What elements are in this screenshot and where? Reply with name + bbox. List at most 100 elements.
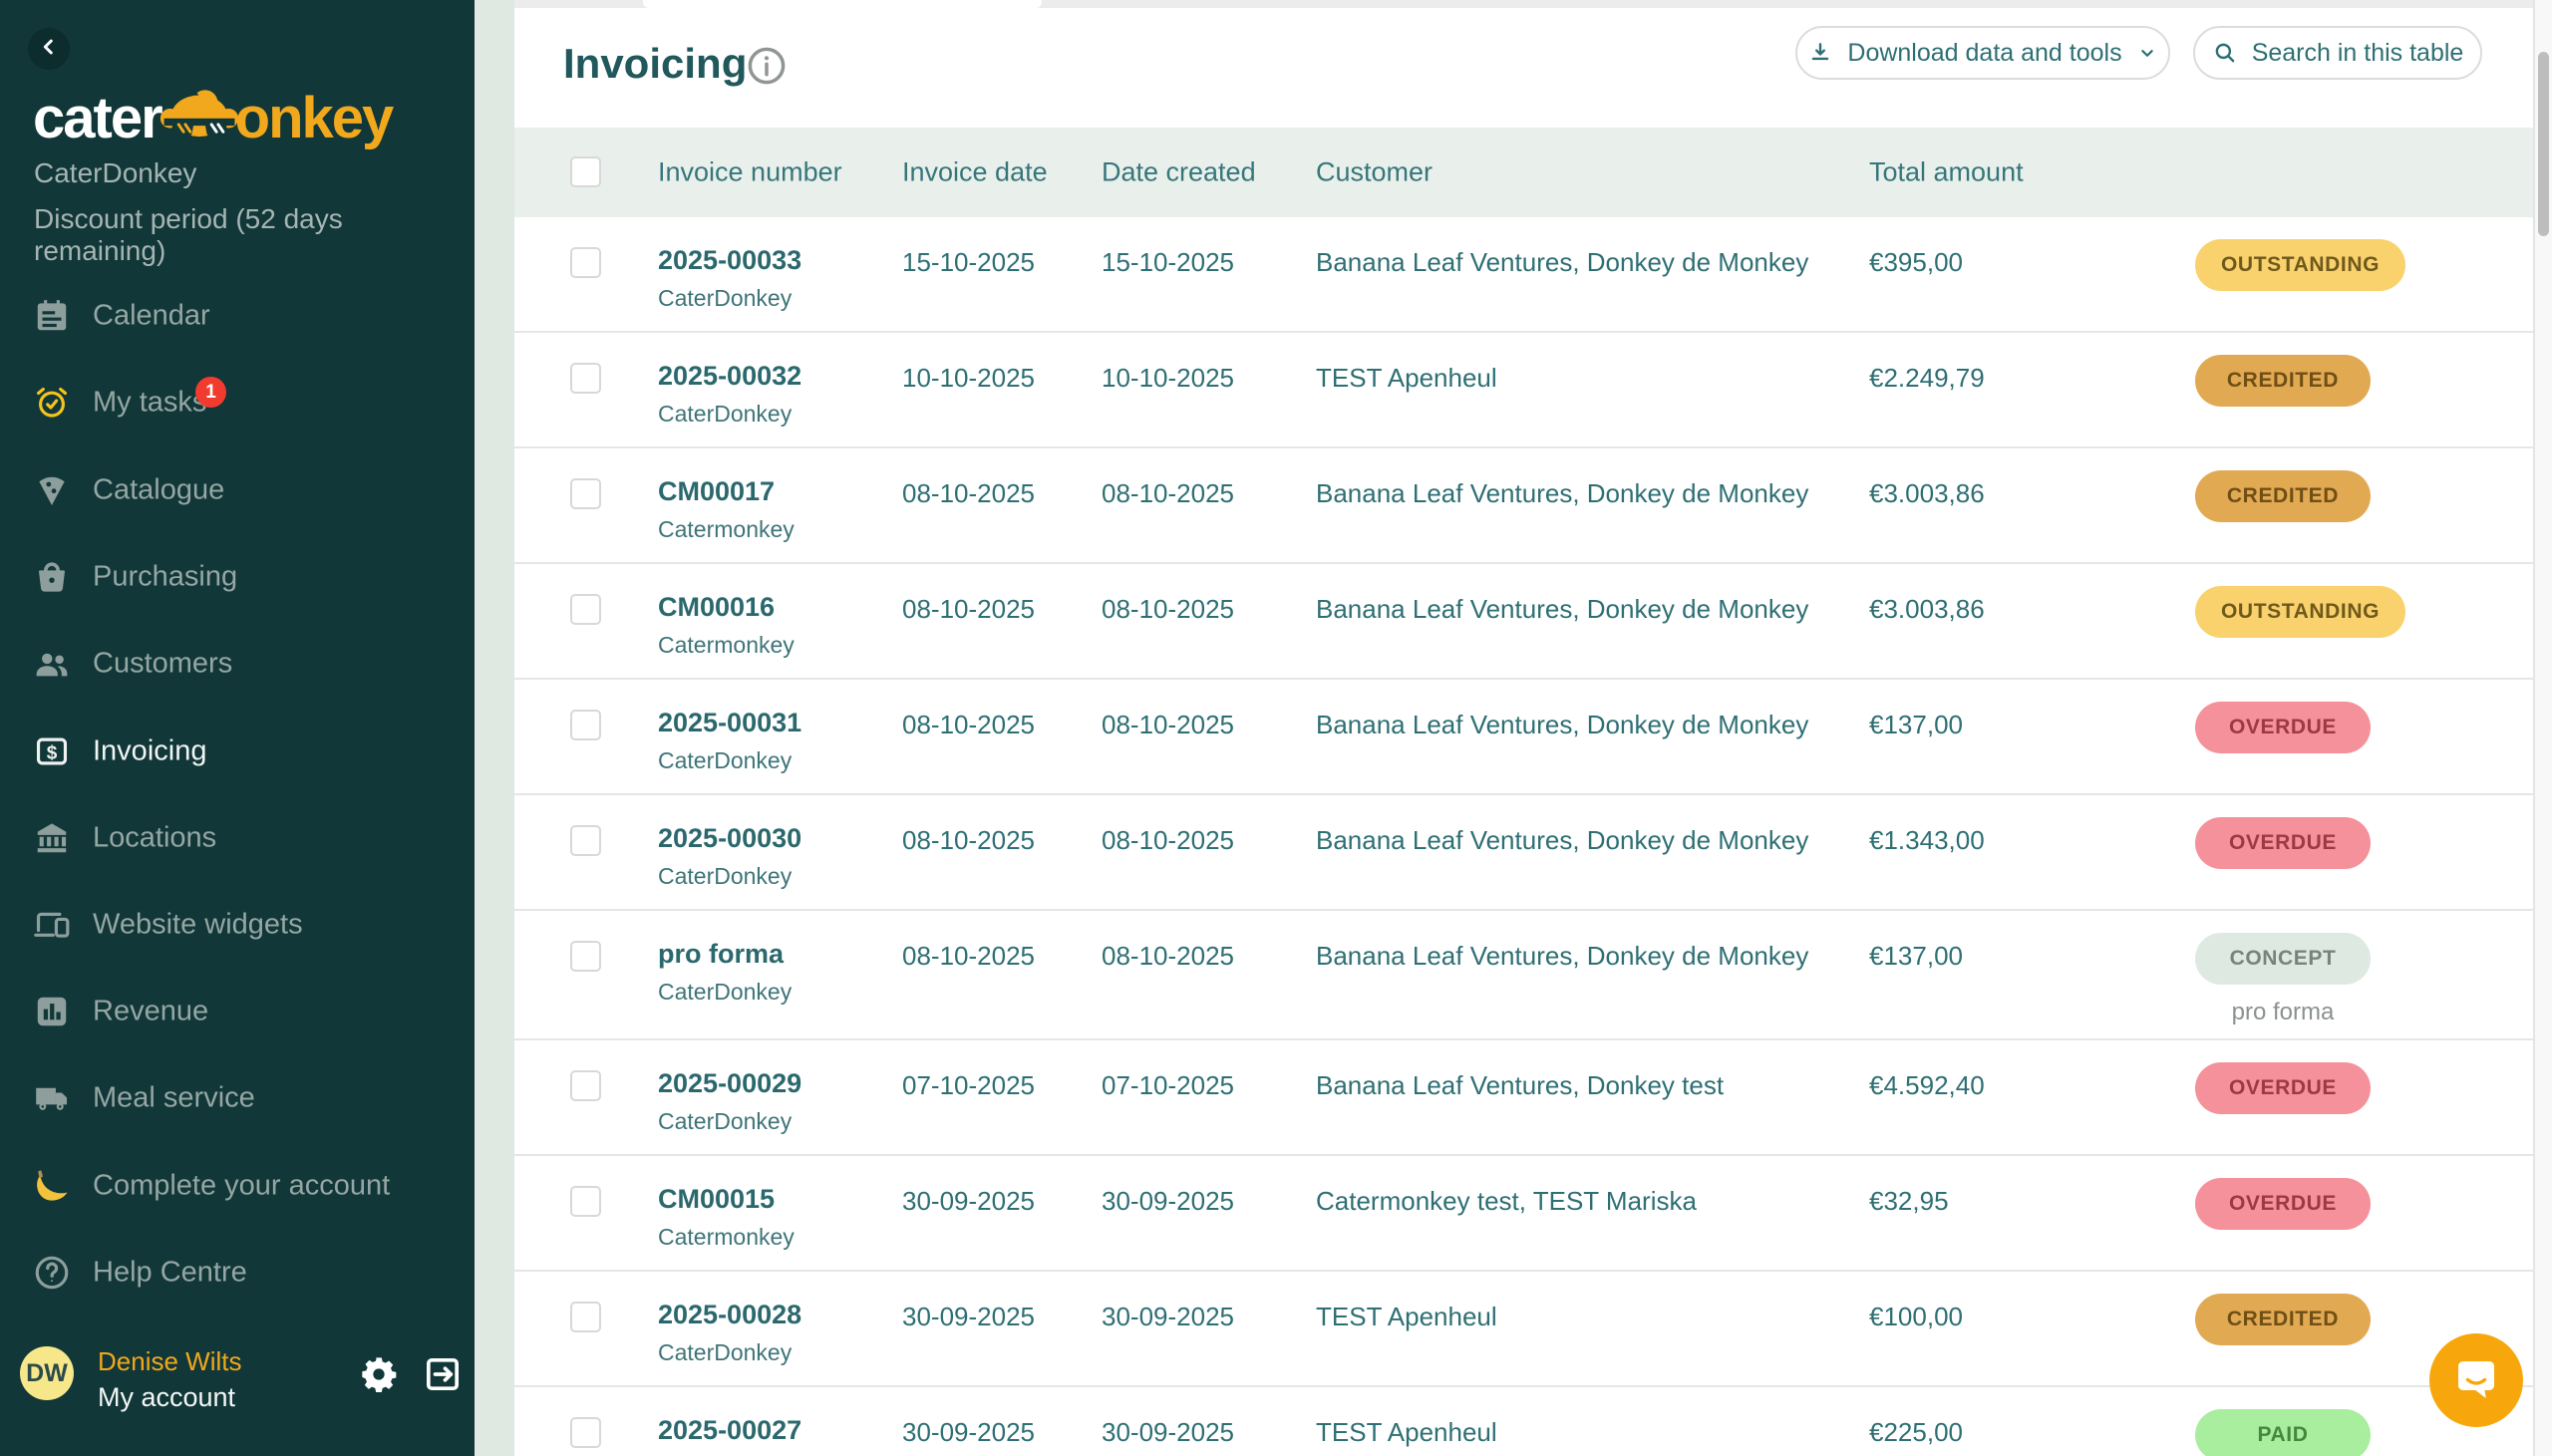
row-checkbox[interactable] xyxy=(570,1070,601,1101)
settings-button[interactable] xyxy=(359,1354,399,1394)
select-all-checkbox[interactable] xyxy=(570,156,601,187)
total-amount-cell: €225,00 xyxy=(1869,1417,1963,1448)
table-row[interactable]: 2025-00030 CaterDonkey 08-10-2025 08-10-… xyxy=(514,795,2533,911)
sidebar-item-complete-your-account[interactable]: Complete your account xyxy=(0,1156,475,1216)
sidebar-item-help-centre[interactable]: Help Centre xyxy=(0,1243,475,1303)
table-row[interactable]: 2025-00027 CaterDonkey 30-09-2025 30-09-… xyxy=(514,1387,2533,1456)
status-badge: CREDITED xyxy=(2195,355,2371,407)
main-content: Invoicing Download data and tools Search… xyxy=(514,0,2552,1456)
invoice-number-link[interactable]: CM00015 xyxy=(658,1184,775,1215)
date-created-cell: 08-10-2025 xyxy=(1102,710,1234,740)
row-checkbox[interactable] xyxy=(570,941,601,972)
invoice-number-link[interactable]: 2025-00030 xyxy=(658,823,801,854)
table-row[interactable]: 2025-00032 CaterDonkey 10-10-2025 10-10-… xyxy=(514,333,2533,448)
invoice-number-link[interactable]: CM00016 xyxy=(658,592,775,623)
row-checkbox[interactable] xyxy=(570,1302,601,1332)
date-created-cell: 08-10-2025 xyxy=(1102,941,1234,972)
table-header: Invoice number Invoice date Date created… xyxy=(514,128,2533,217)
date-created-cell: 30-09-2025 xyxy=(1102,1417,1234,1448)
row-checkbox[interactable] xyxy=(570,710,601,740)
status-badge: PAID xyxy=(2195,1409,2371,1456)
invoice-number-link[interactable]: 2025-00033 xyxy=(658,245,801,276)
col-invoice-date[interactable]: Invoice date xyxy=(902,157,1048,188)
avatar[interactable]: DW xyxy=(20,1346,74,1400)
scrollbar-thumb[interactable] xyxy=(2538,52,2549,236)
sidebar-item-meal-service[interactable]: Meal service xyxy=(0,1068,475,1128)
table-row[interactable]: CM00017 Catermonkey 08-10-2025 08-10-202… xyxy=(514,448,2533,564)
table-row[interactable]: CM00016 Catermonkey 08-10-2025 08-10-202… xyxy=(514,564,2533,680)
status-note: pro forma xyxy=(2195,999,2371,1026)
logo-text-cater: cater xyxy=(33,90,161,147)
sidebar-item-purchasing[interactable]: Purchasing xyxy=(0,547,475,607)
status-badge: OVERDUE xyxy=(2195,1062,2371,1114)
invoice-number-link[interactable]: 2025-00032 xyxy=(658,361,801,392)
col-customer[interactable]: Customer xyxy=(1316,157,1433,188)
sidebar-item-invoicing[interactable]: $ Invoicing xyxy=(0,722,475,781)
status-badge: OUTSTANDING xyxy=(2195,239,2405,291)
sidebar: cater onkey CaterDonkey Discount period … xyxy=(0,0,475,1456)
row-checkbox[interactable] xyxy=(570,1417,601,1448)
sidebar-item-label: Revenue xyxy=(93,996,208,1028)
sidebar-item-calendar[interactable]: Calendar xyxy=(0,286,475,346)
logo-text-onkey: onkey xyxy=(235,90,393,147)
sidebar-item-label: Calendar xyxy=(93,300,210,333)
sidebar-item-revenue[interactable]: Revenue xyxy=(0,982,475,1041)
search-table-button[interactable]: Search in this table xyxy=(2193,26,2482,80)
calendar-icon xyxy=(33,297,71,335)
table-row[interactable]: pro forma CaterDonkey 08-10-2025 08-10-2… xyxy=(514,911,2533,1040)
invoice-date-cell: 08-10-2025 xyxy=(902,941,1035,972)
row-checkbox[interactable] xyxy=(570,363,601,394)
table-row[interactable]: CM00015 Catermonkey 30-09-2025 30-09-202… xyxy=(514,1156,2533,1272)
table-row[interactable]: 2025-00028 CaterDonkey 30-09-2025 30-09-… xyxy=(514,1272,2533,1387)
customer-cell: Banana Leaf Ventures, Donkey de Monkey xyxy=(1316,710,1808,740)
chat-launcher-button[interactable] xyxy=(2429,1333,2523,1427)
table-row[interactable]: 2025-00029 CaterDonkey 07-10-2025 07-10-… xyxy=(514,1040,2533,1156)
purchasing-basket-icon xyxy=(33,558,71,596)
revenue-icon xyxy=(33,993,71,1030)
customer-cell: Banana Leaf Ventures, Donkey de Monkey xyxy=(1316,825,1808,856)
row-checkbox[interactable] xyxy=(570,1186,601,1217)
col-invoice-number[interactable]: Invoice number xyxy=(658,157,842,188)
sidebar-item-catalogue[interactable]: Catalogue xyxy=(0,460,475,520)
row-checkbox[interactable] xyxy=(570,594,601,625)
sidebar-edge-strip xyxy=(475,0,514,1456)
sidebar-item-label: Website widgets xyxy=(93,909,303,942)
customer-cell: Banana Leaf Ventures, Donkey de Monkey xyxy=(1316,247,1808,278)
total-amount-cell: €395,00 xyxy=(1869,247,1963,278)
sidebar-item-my-tasks[interactable]: My tasks 1 xyxy=(0,373,475,433)
invoice-number-link[interactable]: pro forma xyxy=(658,939,784,970)
info-icon[interactable] xyxy=(746,45,788,87)
row-checkbox[interactable] xyxy=(570,478,601,509)
table-row[interactable]: 2025-00031 CaterDonkey 08-10-2025 08-10-… xyxy=(514,680,2533,795)
date-created-cell: 07-10-2025 xyxy=(1102,1070,1234,1101)
sidebar-item-customers[interactable]: Customers xyxy=(0,634,475,694)
subscription-note: Discount period (52 days remaining) xyxy=(34,203,475,267)
total-amount-cell: €32,95 xyxy=(1869,1186,1949,1217)
user-name[interactable]: Denise Wilts xyxy=(98,1346,241,1377)
status-badge: CREDITED xyxy=(2195,1294,2371,1345)
col-total-amount[interactable]: Total amount xyxy=(1869,157,2024,188)
invoice-number-link[interactable]: 2025-00027 xyxy=(658,1415,801,1446)
my-account-link[interactable]: My account xyxy=(98,1382,235,1413)
collapse-sidebar-button[interactable] xyxy=(28,28,70,70)
vertical-scrollbar[interactable] xyxy=(2533,0,2552,1456)
tasks-count-badge: 1 xyxy=(195,377,226,408)
chevron-down-icon xyxy=(2136,42,2158,64)
monkey-logo-icon xyxy=(161,82,235,156)
sidebar-item-label: My tasks xyxy=(93,387,206,420)
logout-button[interactable] xyxy=(423,1354,463,1394)
download-data-button[interactable]: Download data and tools xyxy=(1795,26,2170,80)
row-checkbox[interactable] xyxy=(570,247,601,278)
sidebar-item-locations[interactable]: Locations xyxy=(0,808,475,868)
invoice-number-link[interactable]: 2025-00031 xyxy=(658,708,801,738)
logout-icon xyxy=(423,1354,463,1394)
status-badge: OUTSTANDING xyxy=(2195,586,2405,638)
invoice-number-link[interactable]: CM00017 xyxy=(658,476,775,507)
table-row[interactable]: 2025-00033 CaterDonkey 15-10-2025 15-10-… xyxy=(514,217,2533,333)
sidebar-item-website-widgets[interactable]: Website widgets xyxy=(0,895,475,955)
col-date-created[interactable]: Date created xyxy=(1102,157,1256,188)
row-checkbox[interactable] xyxy=(570,825,601,856)
invoice-number-link[interactable]: 2025-00028 xyxy=(658,1300,801,1330)
invoice-number-link[interactable]: 2025-00029 xyxy=(658,1068,801,1099)
invoice-date-cell: 08-10-2025 xyxy=(902,825,1035,856)
